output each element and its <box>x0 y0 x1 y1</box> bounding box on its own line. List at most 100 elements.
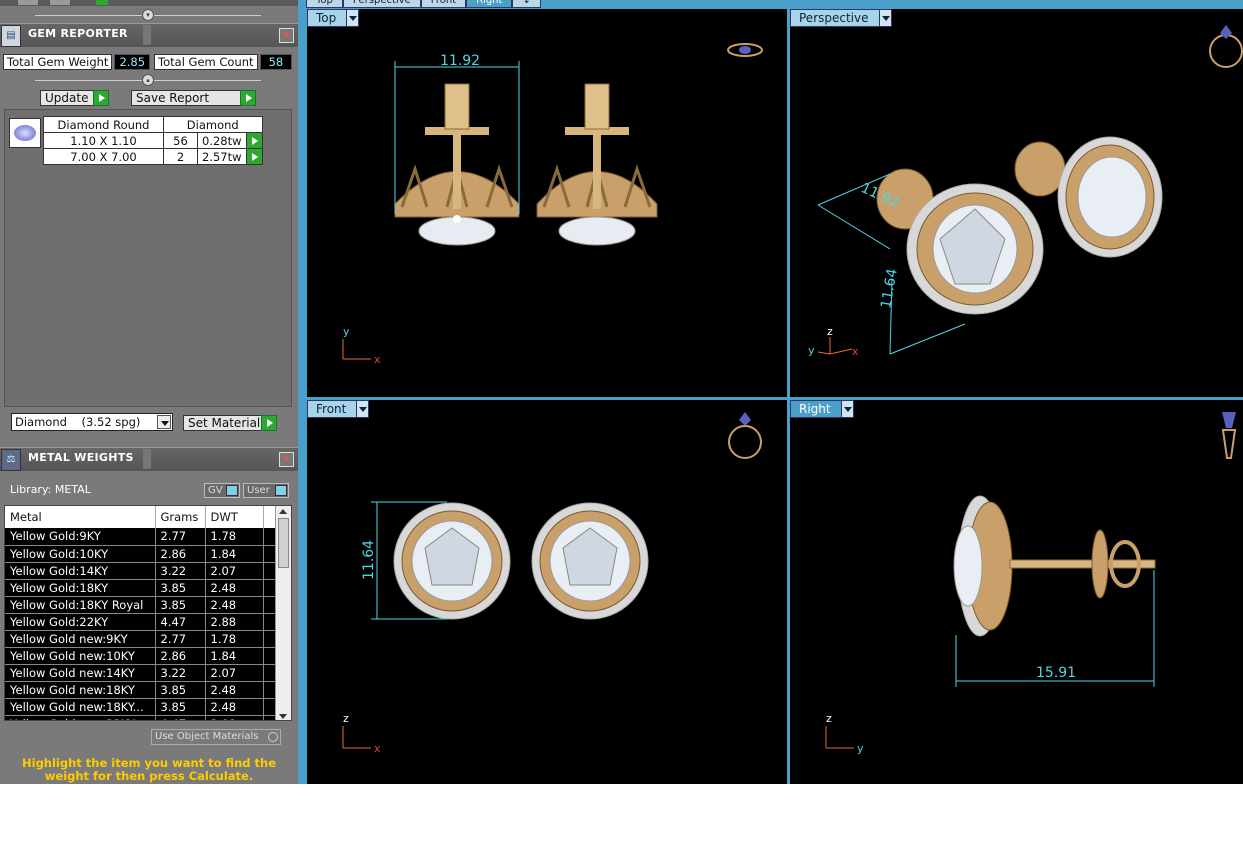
column-header-dwt[interactable]: DWT <box>205 506 264 528</box>
ring-icon[interactable] <box>1209 25 1243 68</box>
table-row[interactable]: Yellow Gold new:10KY 2.86 1.84 <box>5 647 275 665</box>
gem-weight: 0.28tw <box>197 132 247 149</box>
axis-label: x <box>374 353 381 366</box>
metal-grams: 3.85 <box>155 681 206 699</box>
set-material-button[interactable]: Set Material <box>183 415 277 431</box>
toolbar-tab-stub[interactable] <box>50 0 70 5</box>
table-row[interactable]: Yellow Gold new:9KY 2.77 1.78 <box>5 630 275 648</box>
metal-table-body: Yellow Gold:9KY 2.77 1.78 Yellow Gold:10KY 2… <box>5 528 275 720</box>
left-panel: ▾ ▤ GEM REPORTER ✕ Total Gem Weight 2.85… <box>0 0 298 784</box>
chevron-down-icon[interactable] <box>878 10 891 26</box>
collapse-icon[interactable]: ▾ <box>142 9 154 21</box>
chevron-down-icon[interactable] <box>840 401 853 417</box>
metal-name: Yellow Gold:18KY Royal <box>5 596 156 614</box>
scrollbar-thumb[interactable] <box>278 518 289 568</box>
viewport-front[interactable]: 11.64 z x Front <box>307 400 787 784</box>
close-icon[interactable]: ✕ <box>279 452 294 467</box>
use-object-materials-toggle[interactable]: Use Object Materials <box>151 729 281 745</box>
view-cube-icon[interactable] <box>727 43 763 57</box>
table-row[interactable]: Yellow Gold new:14KY 3.22 2.07 <box>5 664 275 682</box>
update-button[interactable]: Update <box>40 90 109 106</box>
user-label: User <box>247 485 270 496</box>
metal-dwt: 2.48 <box>205 579 264 597</box>
metal-dwt: 1.84 <box>205 545 264 563</box>
axis-label: x <box>374 742 381 755</box>
gem-reporter-title: GEM REPORTER <box>28 27 128 40</box>
save-report-button-label: Save Report <box>136 91 210 105</box>
axis-gizmo: z y <box>825 712 864 755</box>
row-spacer <box>263 596 275 614</box>
save-report-button[interactable]: Save Report <box>131 90 256 106</box>
toolbar-go-stub[interactable] <box>96 0 108 5</box>
earring-left <box>394 83 520 246</box>
table-row[interactable]: Yellow Gold:22KY 4.47 2.88 <box>5 613 275 631</box>
viewport-tab-top[interactable]: Top <box>307 9 360 27</box>
axis-label: z <box>343 712 349 725</box>
table-row[interactable]: Yellow Gold:9KY 2.77 1.78 <box>5 528 275 546</box>
viewport-right[interactable]: 15.91 z y Right <box>790 400 1243 784</box>
table-row[interactable]: Yellow Gold:18KY Royal 3.85 2.48 <box>5 596 275 614</box>
table-row[interactable]: Yellow Gold:18KY 3.85 2.48 <box>5 579 275 597</box>
table-row[interactable]: Yellow Gold:14KY 3.22 2.07 <box>5 562 275 580</box>
metal-grams: 2.86 <box>155 545 206 563</box>
viewport-perspective[interactable]: 11.92 11.64 z y x Perspective <box>790 9 1243 397</box>
round-gem-icon[interactable] <box>9 118 41 148</box>
tab-top[interactable]: Top <box>306 0 343 8</box>
halo-diamonds <box>453 215 461 223</box>
tab-extra[interactable]: ↕ <box>512 0 541 8</box>
earring-left <box>393 502 511 620</box>
play-icon[interactable] <box>245 132 263 149</box>
toolbar-tab-stub[interactable] <box>18 0 38 5</box>
metal-name: Yellow Gold:14KY <box>5 562 156 580</box>
user-toggle[interactable]: User <box>243 483 289 498</box>
metal-grams: 3.22 <box>155 664 206 682</box>
library-label: Library: METAL <box>10 483 91 496</box>
metal-grams: 4.47 <box>155 613 206 631</box>
tab-perspective[interactable]: Perspective <box>342 0 421 8</box>
scrollbar[interactable] <box>275 506 291 720</box>
gem-row[interactable]: 1.10 X 1.10 56 0.28tw <box>43 132 263 149</box>
close-icon[interactable]: ✕ <box>279 28 294 43</box>
dimension-label: 11.92 <box>440 53 480 69</box>
material-select[interactable]: Diamond (3.52 spg) <box>11 413 173 431</box>
row-spacer <box>263 681 275 699</box>
table-row[interactable]: Yellow Gold new:18KY 3.85 2.48 <box>5 681 275 699</box>
app-window: ▾ ▤ GEM REPORTER ✕ Total Gem Weight 2.85… <box>0 0 1243 858</box>
metal-dwt: 2.07 <box>205 664 264 682</box>
dimension-label: 15.91 <box>1036 665 1076 681</box>
table-row[interactable]: Yellow Gold new:18KY... 3.85 2.48 <box>5 698 275 716</box>
total-gem-weight-label: Total Gem Weight <box>3 54 113 70</box>
chevron-down-icon[interactable] <box>346 10 359 26</box>
gem-count: 2 <box>163 148 198 165</box>
tab-front[interactable]: Front <box>420 0 467 8</box>
column-header-grams[interactable]: Grams <box>155 506 206 528</box>
viewport-tab-front[interactable]: Front <box>307 400 370 418</box>
metal-grams: 4.47 <box>155 715 206 720</box>
table-row[interactable]: Yellow Gold new:22KY4.472.88 <box>5 715 275 720</box>
earring-right <box>531 502 649 620</box>
gem-stats: Total Gem Weight 2.85 Total Gem Count 58 <box>3 54 296 70</box>
play-icon[interactable] <box>245 148 263 165</box>
collapse-icon[interactable]: ▴ <box>142 74 154 86</box>
table-row[interactable]: Yellow Gold:10KY 2.86 1.84 <box>5 545 275 563</box>
viewport-tab-perspective[interactable]: Perspective <box>790 9 892 27</box>
chevron-down-icon[interactable] <box>356 401 369 417</box>
metal-name: Yellow Gold:18KY <box>5 579 156 597</box>
column-header-metal[interactable]: Metal <box>5 506 156 528</box>
row-spacer <box>263 698 275 716</box>
tab-right[interactable]: Right <box>466 0 513 8</box>
viewport-top[interactable]: 11.92 y x Top <box>307 9 787 397</box>
viewport-tab-label: Right <box>799 402 831 416</box>
earring-icon[interactable] <box>1221 412 1237 459</box>
metal-name: Yellow Gold:9KY <box>5 528 156 546</box>
metal-dwt: 2.88 <box>205 613 264 631</box>
gem-row[interactable]: 7.00 X 7.00 2 2.57tw <box>43 148 263 165</box>
scroll-up-icon[interactable] <box>279 509 287 514</box>
top-toolbar-strip <box>0 0 298 6</box>
gv-toggle[interactable]: GV <box>204 483 240 498</box>
viewport-tab-right[interactable]: Right <box>790 400 854 418</box>
scroll-down-icon[interactable] <box>279 714 287 719</box>
ring-icon[interactable] <box>728 412 762 459</box>
axis-label: y <box>857 742 864 755</box>
front-view-canvas: 11.64 z x <box>342 412 762 755</box>
